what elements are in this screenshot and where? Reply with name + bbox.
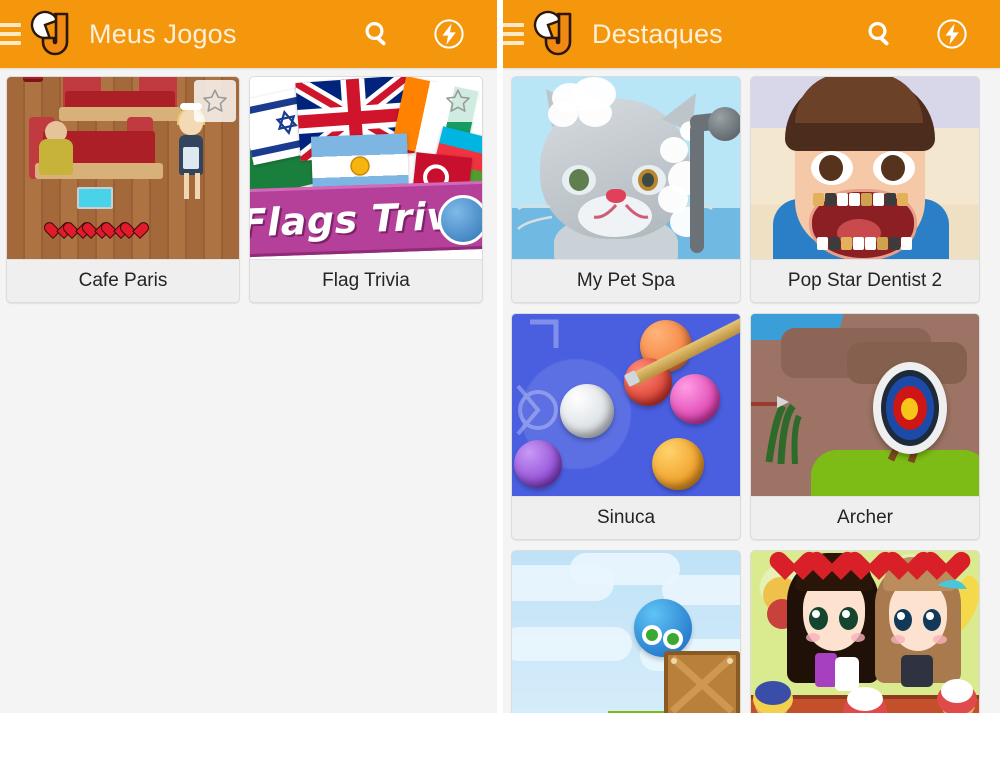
search-icon[interactable] — [351, 8, 403, 60]
brand-logo-icon[interactable] — [530, 8, 578, 60]
app-root: Meus Jogos Cafe Paris Flags Trivia Flag … — [0, 0, 1000, 779]
game-card-cafe-paris[interactable]: Cafe Paris — [6, 76, 240, 303]
game-card-title: Flag Trivia — [250, 259, 482, 302]
boost-lightning-icon[interactable] — [926, 8, 978, 60]
game-grid-destaques: My Pet Spa Pop Star Dentist 2 Sinuca Arc… — [503, 68, 1000, 713]
game-card-sinuca[interactable]: Sinuca — [511, 313, 741, 540]
favorite-star-icon[interactable] — [437, 80, 479, 122]
hamburger-bar-2 — [0, 32, 21, 36]
appbar-meus-jogos: Meus Jogos — [0, 0, 497, 68]
game-card-title: Sinuca — [512, 496, 740, 539]
appbar-title: Destaques — [592, 18, 723, 49]
globe-icon — [438, 195, 482, 245]
hearts-hud — [51, 222, 144, 239]
game-thumbnail-cafe-paris — [7, 77, 239, 259]
game-thumbnail-sinuca — [512, 314, 740, 496]
hamburger-bar-2 — [503, 32, 524, 36]
search-icon[interactable] — [854, 8, 906, 60]
appbar-title: Meus Jogos — [89, 18, 237, 49]
hamburger-bar-3 — [0, 41, 21, 45]
boost-lightning-icon[interactable] — [423, 8, 475, 60]
game-thumbnail-pop-star-dentist-2 — [751, 77, 979, 259]
appbar-destaques: Destaques — [503, 0, 1000, 68]
game-card-title: Pop Star Dentist 2 — [751, 259, 979, 302]
game-card-row3-left[interactable] — [511, 550, 741, 713]
hamburger-menu-icon[interactable] — [503, 23, 524, 45]
game-card-row3-right[interactable] — [750, 550, 980, 713]
favorite-star-icon[interactable] — [194, 80, 236, 122]
game-card-title: Cafe Paris — [7, 259, 239, 302]
game-card-my-pet-spa[interactable]: My Pet Spa — [511, 76, 741, 303]
game-card-archer[interactable]: Archer — [750, 313, 980, 540]
game-thumbnail-row3-right — [751, 551, 979, 713]
hamburger-bar-3 — [503, 41, 524, 45]
hamburger-bar-1 — [503, 23, 524, 27]
panel-meus-jogos: Meus Jogos Cafe Paris Flags Trivia Flag … — [0, 0, 497, 713]
hamburger-menu-icon[interactable] — [0, 23, 21, 45]
hamburger-bar-1 — [0, 23, 21, 27]
game-thumbnail-flag-trivia: Flags Trivia — [250, 77, 482, 259]
panel-destaques: Destaques My Pet Spa Pop Star Dentist 2 … — [503, 0, 1000, 713]
brand-logo-icon[interactable] — [27, 8, 75, 60]
game-card-pop-star-dentist-2[interactable]: Pop Star Dentist 2 — [750, 76, 980, 303]
game-thumbnail-archer — [751, 314, 979, 496]
game-thumbnail-my-pet-spa — [512, 77, 740, 259]
game-thumbnail-row3-left — [512, 551, 740, 713]
game-grid-meus-jogos: Cafe Paris Flags Trivia Flag Trivia — [0, 68, 497, 303]
game-card-flag-trivia[interactable]: Flags Trivia Flag Trivia — [249, 76, 483, 303]
game-card-title: Archer — [751, 496, 979, 539]
game-card-title: My Pet Spa — [512, 259, 740, 302]
